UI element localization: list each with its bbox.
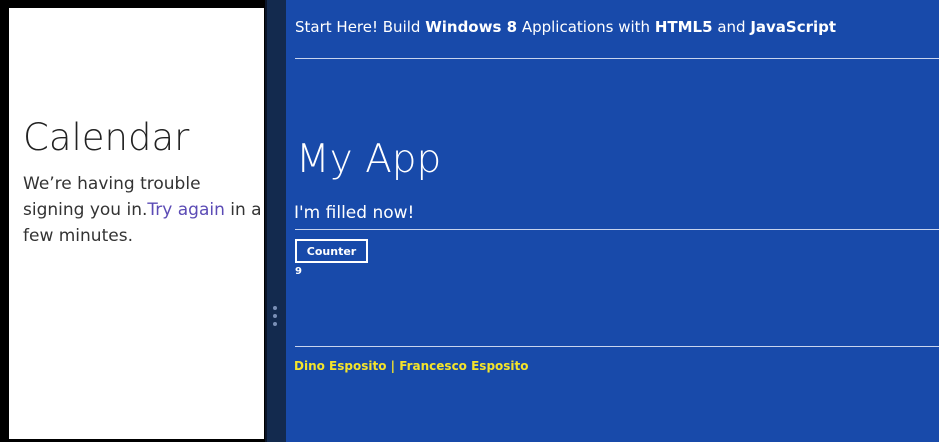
footer-divider <box>295 346 939 347</box>
calendar-error-message: We’re having trouble signing you in.Try … <box>23 171 263 249</box>
snap-splitter[interactable] <box>265 0 286 442</box>
vertical-dots-icon[interactable] <box>273 306 278 332</box>
counter-value: 9 <box>295 266 302 277</box>
calendar-snapped-pane[interactable]: Calendar We’re having trouble signing yo… <box>8 7 265 440</box>
header-divider <box>295 58 939 59</box>
try-again-link[interactable]: Try again <box>147 200 224 220</box>
screen: Calendar We’re having trouble signing yo… <box>0 0 939 442</box>
book-title-header: Start Here! Build Windows 8 Applications… <box>295 18 837 36</box>
app-title: My App <box>296 137 442 182</box>
my-app-pane: Start Here! Build Windows 8 Applications… <box>286 0 939 442</box>
content-divider <box>295 229 939 230</box>
counter-button[interactable]: Counter <box>295 239 368 263</box>
filled-message: I'm filled now! <box>294 203 415 223</box>
calendar-title: Calendar <box>23 116 190 159</box>
splitter-edge <box>265 0 267 442</box>
authors-footer: Dino Esposito | Francesco Esposito <box>294 359 529 373</box>
